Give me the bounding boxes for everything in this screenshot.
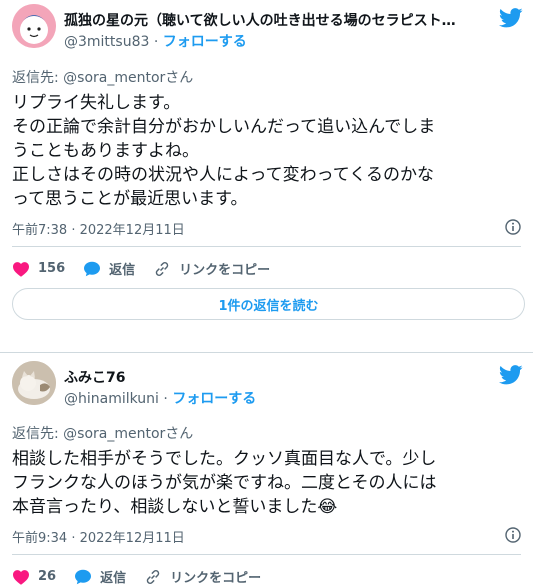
reply-bubble-icon <box>84 261 101 276</box>
follow-button[interactable]: フォローする <box>163 34 247 50</box>
twitter-bird-icon[interactable] <box>499 365 523 385</box>
timestamp[interactable]: 午前7:38 · 2022年12月11日 <box>12 219 185 238</box>
like-count: 156 <box>38 261 66 276</box>
author-name[interactable]: 孤独の星の元（聴いて欲しい人の吐き出せる場のセラピスト… <box>64 10 484 30</box>
twitter-bird-icon[interactable] <box>499 8 523 28</box>
follow-button[interactable]: フォローする <box>172 391 256 407</box>
tweet-card-2: ふみこ76 @hinamilkuni · フォローする 返信先: @sora_m… <box>0 352 533 586</box>
info-icon[interactable] <box>505 219 521 235</box>
reply-button[interactable]: 返信 <box>83 259 135 278</box>
reply-label: 返信 <box>109 263 136 278</box>
separator-dot: · <box>163 391 168 407</box>
reply-to-label: 返信先: @sora_mentorさん <box>12 70 194 86</box>
reply-label: 返信 <box>100 571 127 586</box>
link-icon <box>155 261 169 276</box>
crying-laughing-emoji: 😂 <box>317 497 338 517</box>
heart-icon <box>13 569 29 585</box>
author-handle[interactable]: @hinamilkuni <box>64 391 159 407</box>
divider <box>12 246 521 247</box>
reply-button[interactable]: 返信 <box>74 567 126 586</box>
author-handle[interactable]: @3mittsu83 <box>64 34 149 50</box>
tweet-text-body: 相談した相手がそうでした。クッソ真面目な人で。少し フランクな人のほうが気が楽で… <box>12 449 437 517</box>
cat-photo-icon <box>12 361 56 405</box>
like-button[interactable]: 26 <box>12 569 56 585</box>
info-icon[interactable] <box>505 527 521 543</box>
timestamp[interactable]: 午前9:34 · 2022年12月11日 <box>12 527 185 546</box>
copy-link-button[interactable]: リンクをコピー <box>144 567 261 586</box>
like-button[interactable]: 156 <box>12 261 65 277</box>
heart-icon <box>13 261 29 277</box>
avatar[interactable] <box>12 361 56 405</box>
tweet-card-1: 孤独の星の元（聴いて欲しい人の吐き出せる場のセラピスト… @3mittsu83 … <box>0 0 533 340</box>
handle-row: @hinamilkuni · フォローする <box>64 388 256 408</box>
copy-link-label: リンクをコピー <box>179 263 271 278</box>
copy-link-button[interactable]: リンクをコピー <box>153 259 270 278</box>
avatar-illustration-icon <box>12 4 56 48</box>
avatar[interactable] <box>12 4 56 48</box>
tweet-text: 相談した相手がそうでした。クッソ真面目な人で。少し フランクな人のほうが気が楽で… <box>12 447 522 519</box>
reply-bubble-icon <box>75 569 92 584</box>
tweet-text: リプライ失礼します。 その正論で余計自分がおかしいんだって追い込んでしま うこと… <box>12 93 436 209</box>
separator-dot: · <box>153 34 159 50</box>
action-bar: 26 返信 リンクをコピー <box>12 567 279 586</box>
author-name[interactable]: ふみこ76 <box>64 367 125 387</box>
copy-link-label: リンクをコピー <box>170 571 262 586</box>
read-replies-button[interactable]: 1件の返信を読む <box>12 288 525 320</box>
like-count: 26 <box>38 569 57 584</box>
divider <box>12 554 521 555</box>
reply-to-label: 返信先: @sora_mentorさん <box>12 426 194 442</box>
handle-row: @3mittsu83 · フォローする <box>64 31 247 51</box>
action-bar: 156 返信 リンクをコピー <box>12 259 288 278</box>
